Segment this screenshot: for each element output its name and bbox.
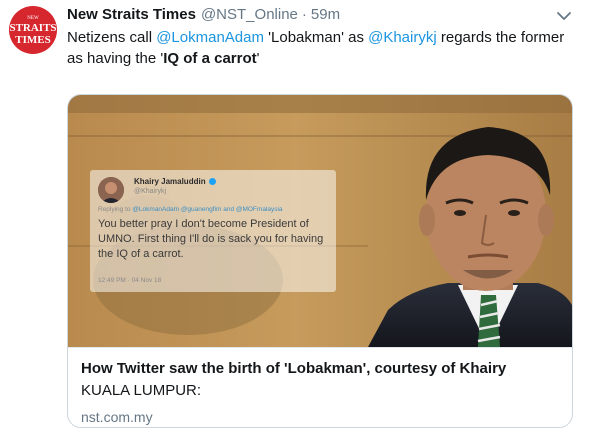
embedded-avatar-photo bbox=[98, 177, 124, 203]
display-name[interactable]: New Straits Times bbox=[67, 6, 196, 23]
embedded-name-row: Khairy Jamaluddin bbox=[134, 177, 216, 186]
embedded-reply-prefix: Replying to bbox=[98, 206, 133, 213]
tweet-text: Netizens call @LokmanAdam 'Lobakman' as … bbox=[67, 27, 567, 69]
embedded-reply-mentions: @LokmanAdam @guanengfim and @MOFmalaysia bbox=[132, 206, 283, 213]
embedded-avatar bbox=[98, 177, 124, 203]
tweet-text-part1: Netizens call bbox=[67, 29, 157, 46]
card-description: KUALA LUMPUR: bbox=[81, 382, 202, 399]
embedded-tweet-text: You better pray I don't become President… bbox=[98, 218, 324, 260]
tweet-text-part4: ' bbox=[256, 50, 260, 67]
mention-lokmanadam[interactable]: @LokmanAdam bbox=[156, 29, 264, 46]
verified-icon bbox=[208, 178, 216, 186]
link-card[interactable]: Khairy Jamaluddin @Khairykj Replying to … bbox=[67, 94, 573, 428]
nst-logo: NEW STRAITS TIMES bbox=[9, 16, 56, 46]
tweet-header: New Straits Times @NST_Online · 59m bbox=[67, 6, 550, 26]
card-body: How Twitter saw the birth of 'Lobakman',… bbox=[68, 347, 572, 427]
tweet-text-part2: 'Lobakman' as bbox=[263, 29, 369, 46]
embedded-tweet-screenshot: Khairy Jamaluddin @Khairykj Replying to … bbox=[90, 170, 336, 292]
embedded-timestamp: 12:49 PM · 04 Nov 18 bbox=[98, 277, 162, 284]
mention-khairykj[interactable]: @Khairykj bbox=[368, 29, 437, 46]
embedded-handle: @Khairykj bbox=[134, 188, 167, 195]
logo-line-3: TIMES bbox=[15, 34, 50, 46]
tweet-text-bold: IQ of a carrot bbox=[163, 50, 257, 67]
separator-dot: · bbox=[301, 6, 307, 23]
timestamp[interactable]: 59m bbox=[311, 6, 340, 23]
card-image: Khairy Jamaluddin @Khairykj Replying to … bbox=[68, 95, 572, 347]
user-handle[interactable]: @NST_Online bbox=[201, 6, 298, 23]
card-title: How Twitter saw the birth of 'Lobakman',… bbox=[81, 360, 507, 377]
card-domain: nst.com.my bbox=[81, 409, 153, 425]
embedded-reply-line: Replying to @LokmanAdam @guanengfim and … bbox=[98, 206, 283, 213]
chevron-down-icon[interactable] bbox=[556, 10, 572, 22]
embedded-name: Khairy Jamaluddin bbox=[134, 177, 206, 186]
logo-line-1: NEW bbox=[27, 16, 39, 21]
nst-avatar[interactable]: NEW STRAITS TIMES bbox=[9, 6, 57, 54]
logo-line-2: STRAITS bbox=[9, 22, 56, 34]
